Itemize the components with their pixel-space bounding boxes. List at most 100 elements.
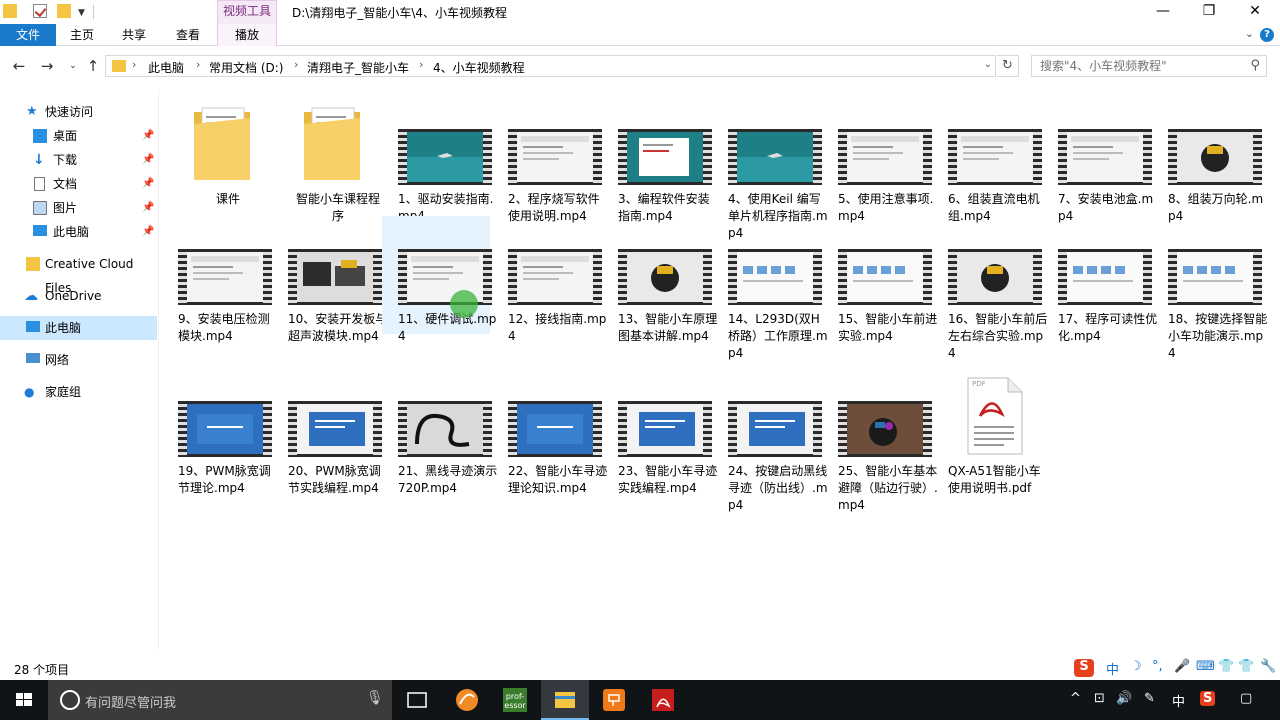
- star-icon: ★: [26, 104, 38, 119]
- tab-view[interactable]: 查看: [162, 24, 214, 46]
- video-file-item[interactable]: 11、硬件调试.mp4: [382, 216, 496, 343]
- breadcrumb-this-pc[interactable]: 此电脑: [148, 59, 184, 76]
- pin-icon[interactable]: 📌: [142, 172, 154, 196]
- help-icon[interactable]: ?: [1260, 28, 1274, 42]
- breadcrumb-video-tutorials[interactable]: 4、小车视频教程: [433, 59, 525, 76]
- pin-icon[interactable]: 📌: [142, 220, 154, 244]
- punctuation-icon[interactable]: °,: [1152, 659, 1163, 674]
- new-folder-icon[interactable]: [57, 4, 71, 18]
- tab-file[interactable]: 文件: [0, 24, 56, 46]
- video-file-item[interactable]: 8、组装万向轮.mp4: [1152, 96, 1263, 223]
- keyboard-icon[interactable]: ⌨: [1196, 659, 1215, 674]
- microphone-icon[interactable]: 🎤: [1174, 659, 1190, 674]
- close-button[interactable]: ✕: [1232, 0, 1278, 24]
- action-center-icon[interactable]: ▢: [1240, 691, 1252, 706]
- tab-home[interactable]: 主页: [56, 24, 108, 46]
- up-icon[interactable]: ↑: [82, 56, 104, 76]
- video-file-item[interactable]: 12、接线指南.mp4: [492, 216, 606, 343]
- sidebar-item-this-pc-pinned[interactable]: 此电脑 📌: [0, 220, 157, 244]
- video-file-item[interactable]: 5、使用注意事项.mp4: [822, 96, 933, 223]
- sidebar-item-desktop[interactable]: 桌面 📌: [0, 124, 157, 148]
- forward-icon[interactable]: →: [36, 56, 58, 76]
- sidebar-item-onedrive[interactable]: ☁ OneDrive: [0, 284, 157, 308]
- search-icon[interactable]: ⚲: [1250, 58, 1260, 73]
- show-hidden-icons-icon[interactable]: ^: [1070, 691, 1081, 706]
- video-file-item[interactable]: 3、编程软件安装指南.mp4: [602, 96, 712, 223]
- tab-play[interactable]: 播放: [217, 24, 277, 46]
- folder-item[interactable]: 智能小车课程程序: [272, 96, 380, 223]
- start-button[interactable]: [0, 680, 48, 720]
- video-file-item[interactable]: 16、智能小车前后左右综合实验.mp4: [932, 216, 1047, 360]
- properties-icon[interactable]: [33, 4, 47, 18]
- chevron-right-icon[interactable]: ›: [196, 58, 200, 71]
- sogou-tray-icon[interactable]: S: [1200, 691, 1216, 706]
- app-orange-icon[interactable]: [443, 680, 491, 720]
- network-status-icon[interactable]: ⊡: [1094, 691, 1105, 706]
- presentation-icon[interactable]: [590, 680, 638, 720]
- skin-icon[interactable]: 👕: [1238, 659, 1254, 674]
- video-file-item[interactable]: 10、安装开发板与超声波模块.mp4: [272, 216, 387, 343]
- video-file-item[interactable]: 2、程序烧写软件使用说明.mp4: [492, 96, 602, 223]
- sidebar-item-creative-cloud[interactable]: Creative Cloud Files: [0, 252, 157, 295]
- chevron-down-icon[interactable]: ▼: [78, 8, 85, 18]
- pin-icon[interactable]: 📌: [142, 124, 154, 148]
- chevron-down-icon[interactable]: ⌄: [984, 59, 992, 70]
- chevron-right-icon[interactable]: ›: [419, 58, 423, 71]
- wrench-icon[interactable]: 🔧: [1260, 659, 1276, 674]
- refresh-icon[interactable]: ↻: [997, 55, 1019, 77]
- acrobat-icon[interactable]: [639, 680, 687, 720]
- video-file-item[interactable]: 23、智能小车寻迹实践编程.mp4: [602, 368, 717, 495]
- sidebar-item-this-pc[interactable]: 此电脑: [0, 316, 157, 340]
- input-language-icon[interactable]: 中: [1172, 691, 1185, 710]
- minimize-button[interactable]: —: [1140, 0, 1186, 24]
- back-icon[interactable]: ←: [8, 56, 30, 76]
- video-file-item[interactable]: 20、PWM脉宽调节实践编程.mp4: [272, 368, 382, 495]
- video-file-item[interactable]: 14、L293D(双H桥路）工作原理.mp4: [712, 216, 828, 360]
- recent-locations-icon[interactable]: ⌄: [62, 56, 84, 76]
- video-file-item[interactable]: 19、PWM脉宽调节理论.mp4: [162, 368, 272, 495]
- address-bar[interactable]: › 此电脑 › 常用文档 (D:) › 清翔电子_智能小车 › 4、小车视频教程…: [105, 55, 996, 77]
- breadcrumb-drive-d[interactable]: 常用文档 (D:): [209, 59, 283, 76]
- video-file-item[interactable]: 4、使用Keil 编写单片机程序指南.mp4: [712, 96, 828, 240]
- moon-icon[interactable]: ☽: [1130, 659, 1142, 674]
- sidebar-item-downloads[interactable]: ↓ 下载 📌: [0, 148, 157, 172]
- video-file-item[interactable]: 6、组装直流电机组.mp4: [932, 96, 1042, 223]
- pen-icon[interactable]: ✎: [1144, 691, 1155, 706]
- video-file-item[interactable]: 21、黑线寻迹演示720P.mp4: [382, 368, 497, 495]
- restore-button[interactable]: ❐: [1186, 0, 1232, 24]
- video-file-item[interactable]: 15、智能小车前进实验.mp4: [822, 216, 937, 343]
- video-file-item[interactable]: 13、智能小车原理图基本讲解.mp4: [602, 216, 717, 343]
- skin-icon[interactable]: 👕: [1218, 659, 1234, 674]
- sidebar-item-pictures[interactable]: 图片 📌: [0, 196, 157, 220]
- pdf-file-item[interactable]: PDF QX-A51智能小车使用说明书.pdf: [932, 368, 1041, 495]
- breadcrumb-smart-car[interactable]: 清翔电子_智能小车: [307, 59, 409, 76]
- video-file-item[interactable]: 7、安装电池盒.mp4: [1042, 96, 1153, 223]
- tab-share[interactable]: 共享: [108, 24, 160, 46]
- video-file-item[interactable]: 1、驱动安装指南.mp4: [382, 96, 493, 223]
- chevron-right-icon[interactable]: ›: [294, 58, 298, 71]
- search-input[interactable]: [1040, 56, 1240, 76]
- video-file-item[interactable]: 22、智能小车寻迹理论知识.mp4: [492, 368, 607, 495]
- video-file-item[interactable]: 18、按键选择智能小车功能演示.mp4: [1152, 216, 1267, 360]
- expand-ribbon-icon[interactable]: ⌄: [1245, 27, 1254, 40]
- sidebar-item-network[interactable]: 网络: [0, 348, 157, 372]
- file-explorer-icon[interactable]: [541, 680, 589, 720]
- pin-icon[interactable]: 📌: [142, 196, 154, 220]
- cortana-search[interactable]: 有问题尽管问我 🎙: [48, 680, 392, 720]
- video-file-item[interactable]: 24、按键启动黑线寻迹（防出线）.mp4: [712, 368, 828, 512]
- video-file-item[interactable]: 25、智能小车基本避障（贴边行驶）.mp4: [822, 368, 938, 512]
- volume-icon[interactable]: 🔊: [1116, 691, 1132, 706]
- sidebar-item-documents[interactable]: 文档 📌: [0, 172, 157, 196]
- sidebar-item-homegroup[interactable]: ● 家庭组: [0, 380, 157, 404]
- professor-icon[interactable]: prof-essor: [491, 680, 539, 720]
- sogou-icon[interactable]: S: [1074, 659, 1094, 677]
- sidebar-item-quick-access[interactable]: ★ 快速访问: [0, 100, 157, 124]
- search-box[interactable]: ⚲: [1031, 55, 1267, 77]
- ime-mode-icon[interactable]: 中: [1106, 659, 1119, 678]
- folder-item[interactable]: 课件: [162, 96, 270, 214]
- video-file-item[interactable]: 9、安装电压检测模块.mp4: [162, 216, 272, 343]
- task-view-icon[interactable]: [393, 680, 441, 720]
- video-file-item[interactable]: 17、程序可读性优化.mp4: [1042, 216, 1157, 343]
- microphone-icon[interactable]: 🎙: [366, 690, 384, 706]
- pin-icon[interactable]: 📌: [142, 148, 154, 172]
